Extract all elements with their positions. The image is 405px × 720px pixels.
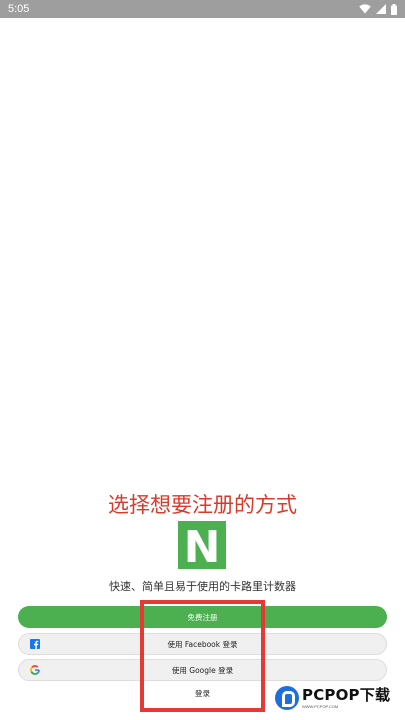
watermark: PCPOP下载 WWW.PCPOP.COM xyxy=(275,678,399,718)
wifi-icon xyxy=(359,4,371,14)
status-time: 5:05 xyxy=(8,3,30,15)
highlight-annotation xyxy=(140,600,265,712)
page-title: 选择想要注册的方式 xyxy=(108,493,297,517)
facebook-icon xyxy=(30,639,40,649)
app-logo-letter: N xyxy=(184,522,221,569)
status-bar: 5:05 xyxy=(0,0,405,18)
signal-icon xyxy=(376,4,386,14)
watermark-logo-icon xyxy=(275,686,299,710)
watermark-brand: PCPOP下载 xyxy=(302,685,391,704)
watermark-text: PCPOP下载 WWW.PCPOP.COM xyxy=(302,685,391,709)
app-tagline: 快速、简单且易于使用的卡路里计数器 xyxy=(109,580,296,593)
battery-icon xyxy=(391,3,397,15)
status-icons xyxy=(359,3,397,15)
google-icon xyxy=(30,665,40,675)
watermark-url: WWW.PCPOP.COM xyxy=(302,703,339,709)
app-logo: N xyxy=(178,521,226,569)
